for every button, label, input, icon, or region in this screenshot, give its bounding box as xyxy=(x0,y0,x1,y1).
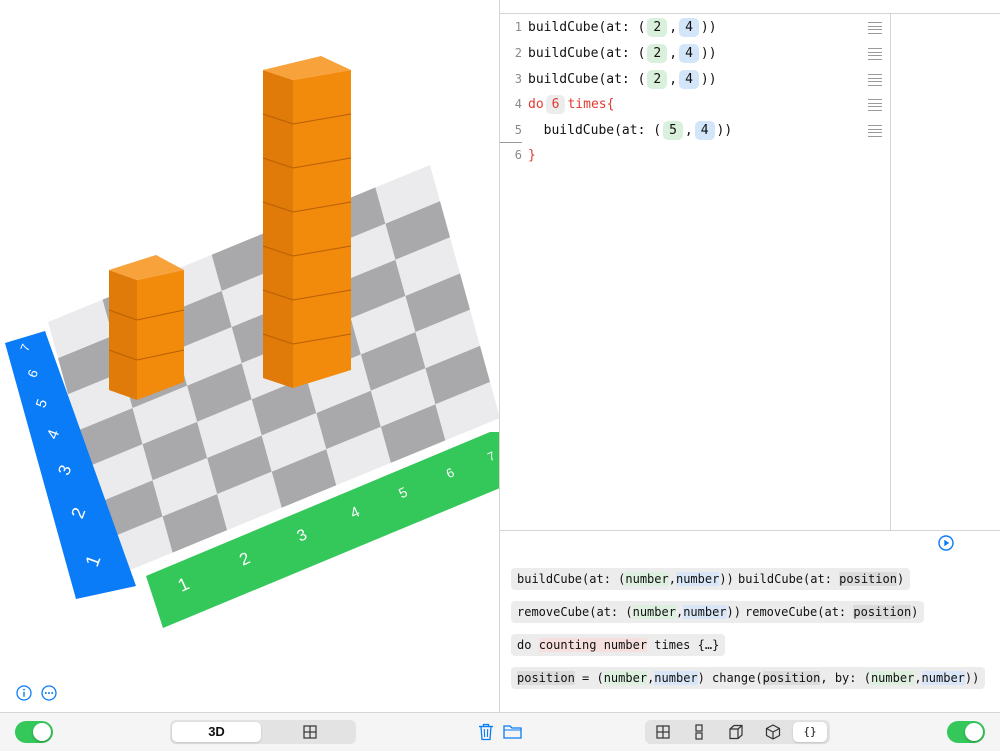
repeat-count-token[interactable]: 6 xyxy=(546,95,566,114)
snippet-remove-cube-position[interactable]: removeCube(at: position) xyxy=(739,601,924,623)
grid-icon xyxy=(303,725,317,739)
bottom-toolbar: 3D xyxy=(0,712,1000,751)
mode-stack-segment[interactable] xyxy=(682,722,716,742)
y-value-token[interactable]: 4 xyxy=(679,70,699,89)
snippet-do-times[interactable]: do counting number times {…} xyxy=(511,634,725,656)
line-number: 4 xyxy=(508,97,522,111)
line-number: 2 xyxy=(508,46,522,60)
snippet-position-assign[interactable]: position = (number,number) xyxy=(511,667,711,689)
stack-icon xyxy=(692,724,706,740)
run-icon[interactable] xyxy=(938,535,954,551)
code-text: )) xyxy=(701,72,717,87)
drag-handle-icon[interactable] xyxy=(868,74,882,84)
code-text: buildCube(at: ( xyxy=(528,123,661,138)
code-text: buildCube(at: ( xyxy=(528,72,645,87)
times-keyword: times{ xyxy=(567,97,614,112)
line-number: 5 xyxy=(508,123,522,137)
snippet-build-cube-numbers[interactable]: buildCube(at: (number,number)) xyxy=(511,568,740,590)
x-value-token[interactable]: 5 xyxy=(663,121,683,140)
drag-handle-icon[interactable] xyxy=(868,125,882,135)
mode-cube-segment[interactable] xyxy=(719,722,753,742)
editor-top-border xyxy=(500,0,1000,14)
info-icon[interactable] xyxy=(16,685,32,701)
view-3d-segment[interactable]: 3D xyxy=(172,722,261,742)
code-text: )) xyxy=(717,123,733,138)
drag-handle-icon[interactable] xyxy=(868,22,882,32)
line-number: 6 xyxy=(508,148,522,162)
x-value-token[interactable]: 2 xyxy=(647,70,667,89)
line-number: 1 xyxy=(508,20,522,34)
code-text: buildCube(at: ( xyxy=(528,46,645,61)
code-editor[interactable]: 1 buildCube(at: (2,4)) 2 buildCube(at: (… xyxy=(500,0,1000,530)
x-value-token[interactable]: 2 xyxy=(647,44,667,63)
y-value-token[interactable]: 4 xyxy=(695,121,715,140)
snippet-build-cube-position[interactable]: buildCube(at: position) xyxy=(732,568,910,590)
cube-outline-icon xyxy=(728,724,744,740)
mode-3d-box-segment[interactable] xyxy=(756,722,790,742)
code-text: buildCube(at: ( xyxy=(528,20,645,35)
more-icon[interactable] xyxy=(41,685,57,701)
x-value-token[interactable]: 2 xyxy=(647,18,667,37)
code-text: )) xyxy=(701,46,717,61)
cube-stack xyxy=(109,255,184,400)
y-value-token[interactable]: 4 xyxy=(679,18,699,37)
view-mode-segmented-control[interactable]: 3D xyxy=(170,720,356,744)
code-line-2[interactable]: 2 buildCube(at: (2,4)) xyxy=(500,40,890,66)
snippet-palette: buildCube(at: (number,number)) buildCube… xyxy=(500,530,1000,713)
line-number: 3 xyxy=(508,72,522,86)
editor-mode-segmented-control[interactable]: {} xyxy=(645,720,830,744)
view-grid-segment[interactable] xyxy=(265,722,354,742)
scene-canvas[interactable]: 7654321 1234567 xyxy=(0,0,500,712)
drag-handle-icon[interactable] xyxy=(868,99,882,109)
code-line-3[interactable]: 3 buildCube(at: (2,4)) xyxy=(500,66,890,92)
code-line-4[interactable]: 4 do 6 times{ xyxy=(500,91,890,117)
snippet-remove-cube-numbers[interactable]: removeCube(at: (number,number)) xyxy=(511,601,747,623)
y-value-token[interactable]: 4 xyxy=(679,44,699,63)
do-keyword: do xyxy=(528,97,544,112)
left-toggle[interactable] xyxy=(15,721,53,743)
right-toggle[interactable] xyxy=(947,721,985,743)
mode-grid-segment[interactable] xyxy=(646,722,680,742)
code-line-5[interactable]: 5 buildCube(at: (5,4)) xyxy=(500,117,890,143)
grid-icon xyxy=(656,725,670,739)
trash-icon[interactable] xyxy=(478,723,494,741)
box-3d-icon xyxy=(765,724,781,740)
scene-view[interactable]: 7654321 1234567 xyxy=(0,0,500,712)
code-text: )) xyxy=(701,20,717,35)
snippet-change-position[interactable]: change(position, by: (number,number)) xyxy=(706,667,985,689)
editor-side-divider xyxy=(890,13,891,530)
code-line-6[interactable]: 6 } xyxy=(500,142,890,168)
cube-stack xyxy=(263,56,351,388)
closing-brace: } xyxy=(528,148,536,163)
code-line-1[interactable]: 1 buildCube(at: (2,4)) xyxy=(500,14,890,40)
folder-icon[interactable] xyxy=(503,724,522,739)
drag-handle-icon[interactable] xyxy=(868,48,882,58)
mode-code-segment[interactable]: {} xyxy=(793,722,827,742)
